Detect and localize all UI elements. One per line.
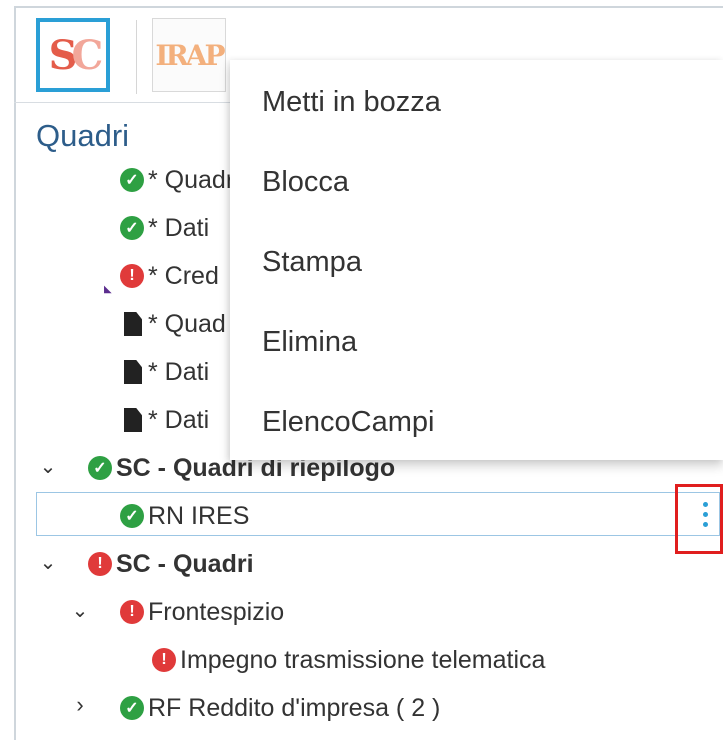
section-title: Quadri [36,118,130,153]
mouse-cursor-icon: ◣ [104,284,112,295]
exclamation-circle-icon: ! [88,552,112,576]
tree-group-quadri[interactable]: ! SC - Quadri [88,544,254,584]
tree-item[interactable]: * Dati [120,352,209,392]
tree-item-label: Impegno trasmissione telematica [180,645,546,674]
tree-item[interactable]: * Dati [120,400,209,440]
toolbar-divider [136,20,137,94]
tree-item-label: RN IRES [148,501,250,530]
menu-item-metti-in-bozza[interactable]: Metti in bozza [262,86,441,119]
tree-item[interactable]: ✓ * Dati [120,208,209,248]
chevron-down-icon[interactable]: ⌄ [36,550,60,575]
tree-item-label: * Dati [148,213,210,242]
context-menu: Metti in bozza Blocca Stampa Elimina Ele… [230,60,723,460]
check-circle-icon: ✓ [120,504,144,528]
exclamation-circle-icon: ! [152,648,176,672]
menu-item-stampa[interactable]: Stampa [262,246,362,279]
tree-item-rn-ires[interactable]: ✓ RN IRES [120,496,249,536]
tree-item-label: * Quadr [148,165,235,194]
chevron-right-icon[interactable]: › [68,692,92,718]
chevron-down-icon[interactable]: ⌄ [68,598,92,623]
check-circle-icon: ✓ [88,456,112,480]
tree-item-frontespizio[interactable]: ! Frontespizio [120,592,284,632]
tree-group-label: SC - Quadri [116,549,254,578]
tree-item-label: Frontespizio [148,597,285,626]
tree-item-label: * Quad [148,309,226,338]
irap-module-button[interactable]: IRAP [152,18,226,92]
tree-item-label: * Dati [148,357,210,386]
chevron-down-icon[interactable]: ⌄ [36,454,60,479]
sc-module-button[interactable]: SC [36,18,110,92]
document-icon [124,408,142,432]
irap-logo-icon: IRAP [155,38,225,72]
menu-item-blocca[interactable]: Blocca [262,166,349,199]
tree-item-impegno[interactable]: ! Impegno trasmissione telematica [152,640,545,680]
tree-item[interactable]: * Quad [120,304,226,344]
menu-item-elimina[interactable]: Elimina [262,326,357,359]
sc-logo-icon: SC [48,31,104,79]
check-circle-icon: ✓ [120,168,144,192]
document-icon [124,312,142,336]
tree-item-label: * Dati [148,405,210,434]
exclamation-circle-icon: ! [120,264,144,288]
tree-item-label: * Cred [148,261,219,290]
tree-item[interactable]: ! * Cred [120,256,219,296]
exclamation-circle-icon: ! [120,600,144,624]
tree-item-rf-reddito[interactable]: ✓ RF Reddito d'impresa ( 2 ) [120,688,440,728]
check-circle-icon: ✓ [120,696,144,720]
tree-item-label: RF Reddito d'impresa ( 2 ) [148,693,441,722]
tree-item[interactable]: ✓ * Quadr [120,160,234,200]
check-circle-icon: ✓ [120,216,144,240]
annotation-highlight-box [675,484,723,554]
menu-item-elenco-campi[interactable]: ElencoCampi [262,406,434,439]
document-icon [124,360,142,384]
